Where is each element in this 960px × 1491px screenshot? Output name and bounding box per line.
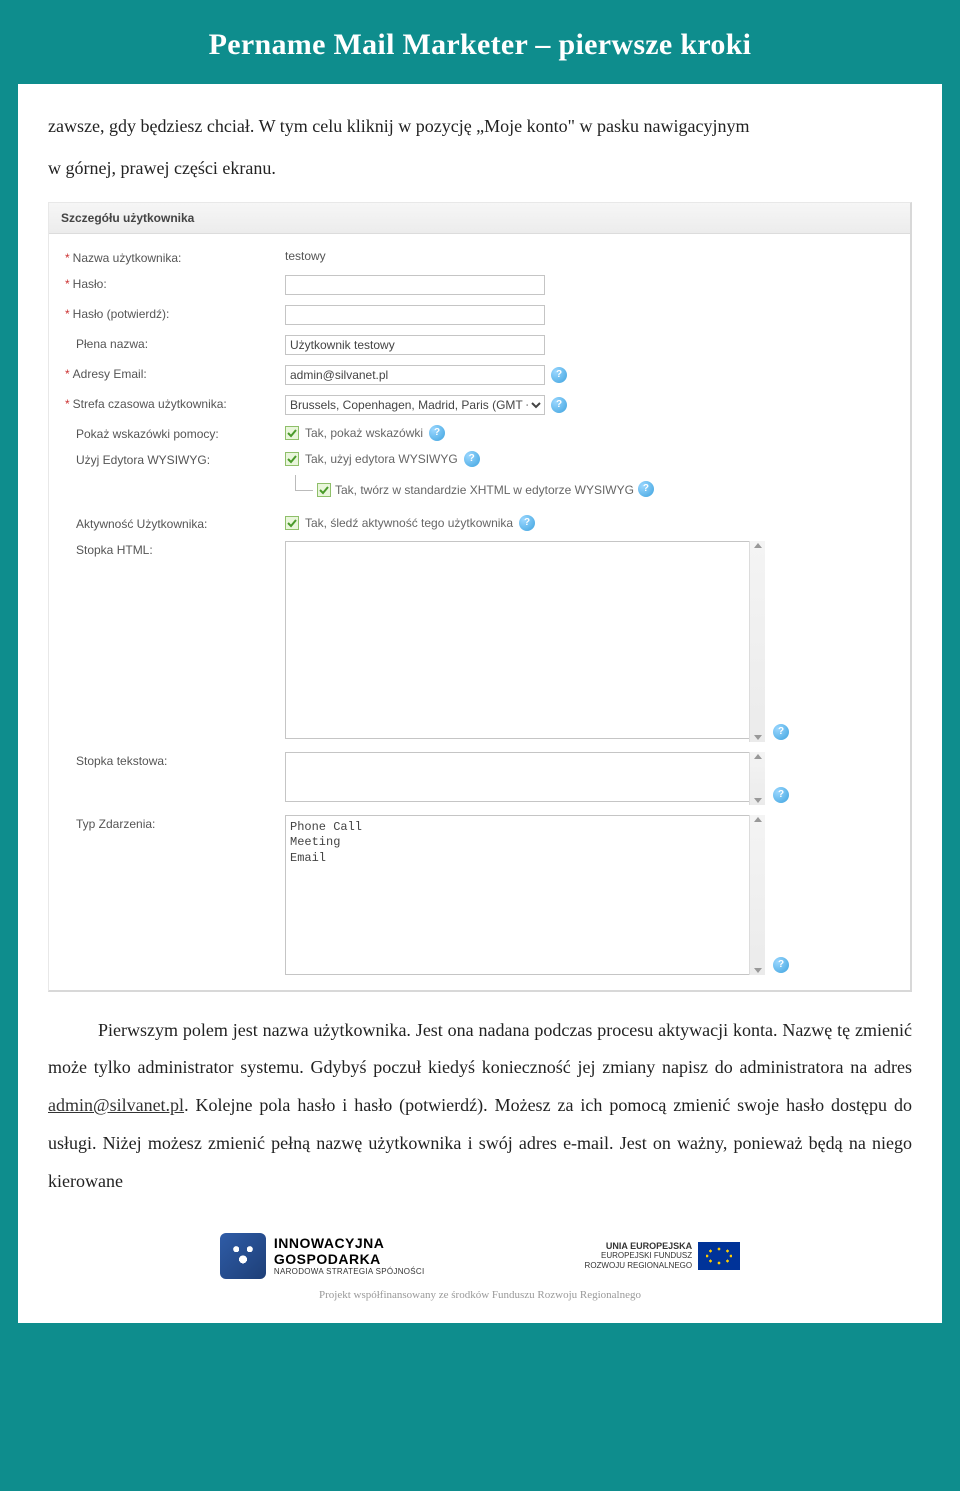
footer-copyright: Projekt współfinansowany ze środków Fund… <box>48 1285 912 1323</box>
checkbox-tips-label: Tak, pokaż wskazówki <box>305 426 423 440</box>
row-emails: *Adresy Email: <box>57 360 902 390</box>
help-icon[interactable] <box>773 957 789 973</box>
checkbox-wysiwyg-label: Tak, użyj edytora WYSIWYG <box>305 452 458 466</box>
fullname-field[interactable] <box>285 335 545 355</box>
intro-line-2: w górnej, prawej części ekranu. <box>48 150 912 188</box>
admin-email-link[interactable]: admin@silvanet.pl <box>48 1095 184 1115</box>
row-username: *Nazwa użytkownika: testowy <box>57 244 902 270</box>
password-field[interactable] <box>285 275 545 295</box>
help-icon[interactable] <box>773 724 789 740</box>
text-footer-textarea[interactable] <box>285 752 765 802</box>
help-icon[interactable] <box>773 787 789 803</box>
eu-flag-icon <box>698 1242 740 1270</box>
row-html-footer: Stopka HTML: <box>57 536 902 747</box>
checkbox-activity-label: Tak, śledź aktywność tego użytkownika <box>305 516 513 530</box>
help-icon[interactable] <box>551 367 567 383</box>
label-fullname: Płena nazwa: <box>76 337 148 351</box>
help-icon[interactable] <box>429 425 445 441</box>
page-title: Pername Mail Marketer – pierwsze kroki <box>0 28 960 62</box>
scrollbar[interactable] <box>749 752 765 805</box>
eu-logo: UNIA EUROPEJSKA EUROPEJSKI FUNDUSZ ROZWO… <box>585 1241 741 1271</box>
page-body: zawsze, gdy będziesz chciał. W tym celu … <box>18 84 942 1323</box>
form-section-header: Szczegółu użytkownika <box>49 203 910 234</box>
label-password: Hasło: <box>73 277 107 291</box>
page-header: Pername Mail Marketer – pierwsze kroki <box>0 0 960 84</box>
innowacyjna-gospodarka-logo: INNOWACYJNA GOSPODARKA NARODOWA STRATEGI… <box>220 1233 425 1279</box>
row-fullname: Płena nazwa: <box>57 330 902 360</box>
row-text-footer: Stopka tekstowa: <box>57 747 902 810</box>
row-timezone: *Strefa czasowa użytkownika: Brussels, C… <box>57 390 902 420</box>
event-type-textarea[interactable]: Phone Call Meeting Email <box>285 815 765 975</box>
value-username: testowy <box>285 249 326 263</box>
label-html-footer: Stopka HTML: <box>76 543 153 557</box>
checkbox-wysiwyg[interactable] <box>285 452 299 466</box>
html-footer-textarea[interactable] <box>285 541 765 739</box>
ig-star-icon <box>220 1233 266 1279</box>
help-icon[interactable] <box>638 481 654 497</box>
label-wysiwyg: Użyj Edytora WYSIWYG: <box>76 453 210 467</box>
timezone-select[interactable]: Brussels, Copenhagen, Madrid, Paris (GMT… <box>285 395 545 415</box>
label-emails: Adresy Email: <box>73 367 147 381</box>
help-icon[interactable] <box>464 451 480 467</box>
row-activity: Aktywność Użytkownika: Tak, śledź aktywn… <box>57 510 902 536</box>
intro-line-1: zawsze, gdy będziesz chciał. W tym celu … <box>48 108 912 146</box>
tree-branch-icon <box>295 475 313 491</box>
row-password-confirm: *Hasło (potwierdź): <box>57 300 902 330</box>
row-event-type: Typ Zdarzenia: Phone Call Meeting Email <box>57 810 902 980</box>
label-timezone: Strefa czasowa użytkownika: <box>73 397 227 411</box>
emails-field[interactable] <box>285 365 545 385</box>
label-username: Nazwa użytkownika: <box>73 251 182 265</box>
label-password-confirm: Hasło (potwierdź): <box>73 307 170 321</box>
outro-paragraph: Pierwszym polem jest nazwa użytkownika. … <box>48 1012 912 1201</box>
scrollbar[interactable] <box>749 815 765 975</box>
row-password: *Hasło: <box>57 270 902 300</box>
label-tips: Pokaż wskazówki pomocy: <box>76 427 219 441</box>
user-details-form: Szczegółu użytkownika *Nazwa użytkownika… <box>48 202 912 992</box>
checkbox-activity[interactable] <box>285 516 299 530</box>
label-activity: Aktywność Użytkownika: <box>76 517 207 531</box>
help-icon[interactable] <box>519 515 535 531</box>
label-event-type: Typ Zdarzenia: <box>76 817 155 831</box>
footer-logos: INNOWACYJNA GOSPODARKA NARODOWA STRATEGI… <box>48 1215 912 1285</box>
scrollbar[interactable] <box>749 541 765 742</box>
password-confirm-field[interactable] <box>285 305 545 325</box>
label-text-footer: Stopka tekstowa: <box>76 754 167 768</box>
checkbox-xhtml[interactable] <box>317 483 331 497</box>
row-wysiwyg: Użyj Edytora WYSIWYG: Tak, użyj edytora … <box>57 446 902 502</box>
checkbox-xhtml-label: Tak, twórz w standardzie XHTML w edytorz… <box>335 483 634 497</box>
row-tips: Pokaż wskazówki pomocy: Tak, pokaż wskaz… <box>57 420 902 446</box>
checkbox-tips[interactable] <box>285 426 299 440</box>
help-icon[interactable] <box>551 397 567 413</box>
